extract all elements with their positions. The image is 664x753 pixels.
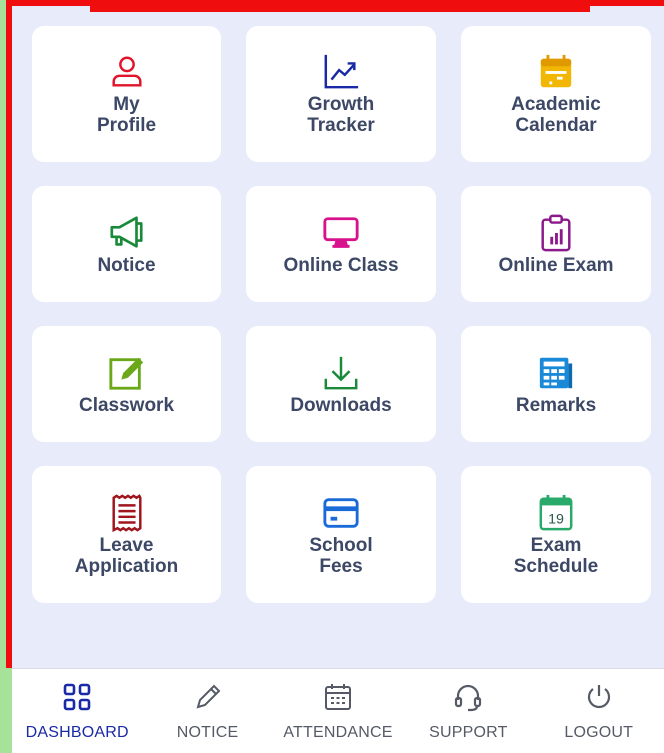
- nav-label: LOGOUT: [564, 724, 634, 741]
- tile-growth-tracker[interactable]: Growth Tracker: [246, 26, 436, 162]
- nav-label: NOTICE: [176, 724, 239, 741]
- tile-label: Remarks: [515, 394, 597, 416]
- tile-label: My Profile: [96, 94, 157, 136]
- calendar-19-icon: 19: [536, 493, 576, 533]
- growth-chart-icon: [321, 52, 361, 92]
- nav-logout[interactable]: LOGOUT: [539, 680, 659, 742]
- calendar-icon: [536, 52, 576, 92]
- bottom-navigation: DASHBOARD NOTICE ATTENDANCE SUPPORT LOGO…: [12, 668, 664, 753]
- nav-support[interactable]: SUPPORT: [408, 680, 528, 742]
- nav-label: ATTENDANCE: [283, 724, 393, 741]
- tile-label: Exam Schedule: [513, 534, 599, 577]
- clipboard-chart-icon: [536, 213, 576, 253]
- table-icon: [536, 353, 576, 393]
- attendance-calendar-icon: [321, 680, 355, 714]
- pencil-icon: [191, 680, 225, 714]
- megaphone-icon: [107, 213, 147, 253]
- tile-my-profile[interactable]: My Profile: [32, 26, 221, 162]
- tile-label: School Fees: [309, 534, 373, 577]
- frame-top-border: [90, 0, 590, 12]
- receipt-icon: [107, 493, 147, 533]
- tile-label: Academic Calendar: [511, 94, 601, 136]
- headset-icon: [451, 680, 485, 714]
- tile-label: Growth Tracker: [307, 94, 375, 136]
- tile-label: Online Exam: [498, 254, 614, 276]
- tile-label: Leave Application: [74, 534, 179, 577]
- calendar-day: 19: [548, 511, 564, 527]
- card-icon: [321, 493, 361, 533]
- dashboard-grid: My Profile Growth Tracker Academic Calen…: [32, 26, 651, 603]
- grid-icon: [60, 680, 94, 714]
- tile-remarks[interactable]: Remarks: [461, 326, 651, 442]
- nav-attendance[interactable]: ATTENDANCE: [278, 680, 398, 742]
- monitor-icon: [321, 213, 361, 253]
- tile-label: Classwork: [78, 394, 175, 416]
- tile-classwork[interactable]: Classwork: [32, 326, 221, 442]
- tile-school-fees[interactable]: School Fees: [246, 466, 436, 603]
- user-icon: [107, 52, 147, 92]
- nav-notice[interactable]: NOTICE: [148, 680, 268, 742]
- tile-leave-application[interactable]: Leave Application: [32, 466, 221, 603]
- tile-exam-schedule[interactable]: 19 Exam Schedule: [461, 466, 651, 603]
- tile-label: Online Class: [283, 254, 399, 276]
- tile-label: Notice: [97, 254, 156, 276]
- nav-label: DASHBOARD: [25, 724, 129, 741]
- edit-icon: [107, 353, 147, 393]
- tile-online-class[interactable]: Online Class: [246, 186, 436, 302]
- tile-downloads[interactable]: Downloads: [246, 326, 436, 442]
- tile-notice[interactable]: Notice: [32, 186, 221, 302]
- tile-academic-calendar[interactable]: Academic Calendar: [461, 26, 651, 162]
- power-icon: [582, 680, 616, 714]
- nav-label: SUPPORT: [429, 724, 508, 741]
- nav-dashboard[interactable]: DASHBOARD: [17, 680, 137, 742]
- bottom-green-strip: [0, 668, 12, 753]
- tile-online-exam[interactable]: Online Exam: [461, 186, 651, 302]
- download-icon: [321, 353, 361, 393]
- tile-label: Downloads: [290, 394, 392, 416]
